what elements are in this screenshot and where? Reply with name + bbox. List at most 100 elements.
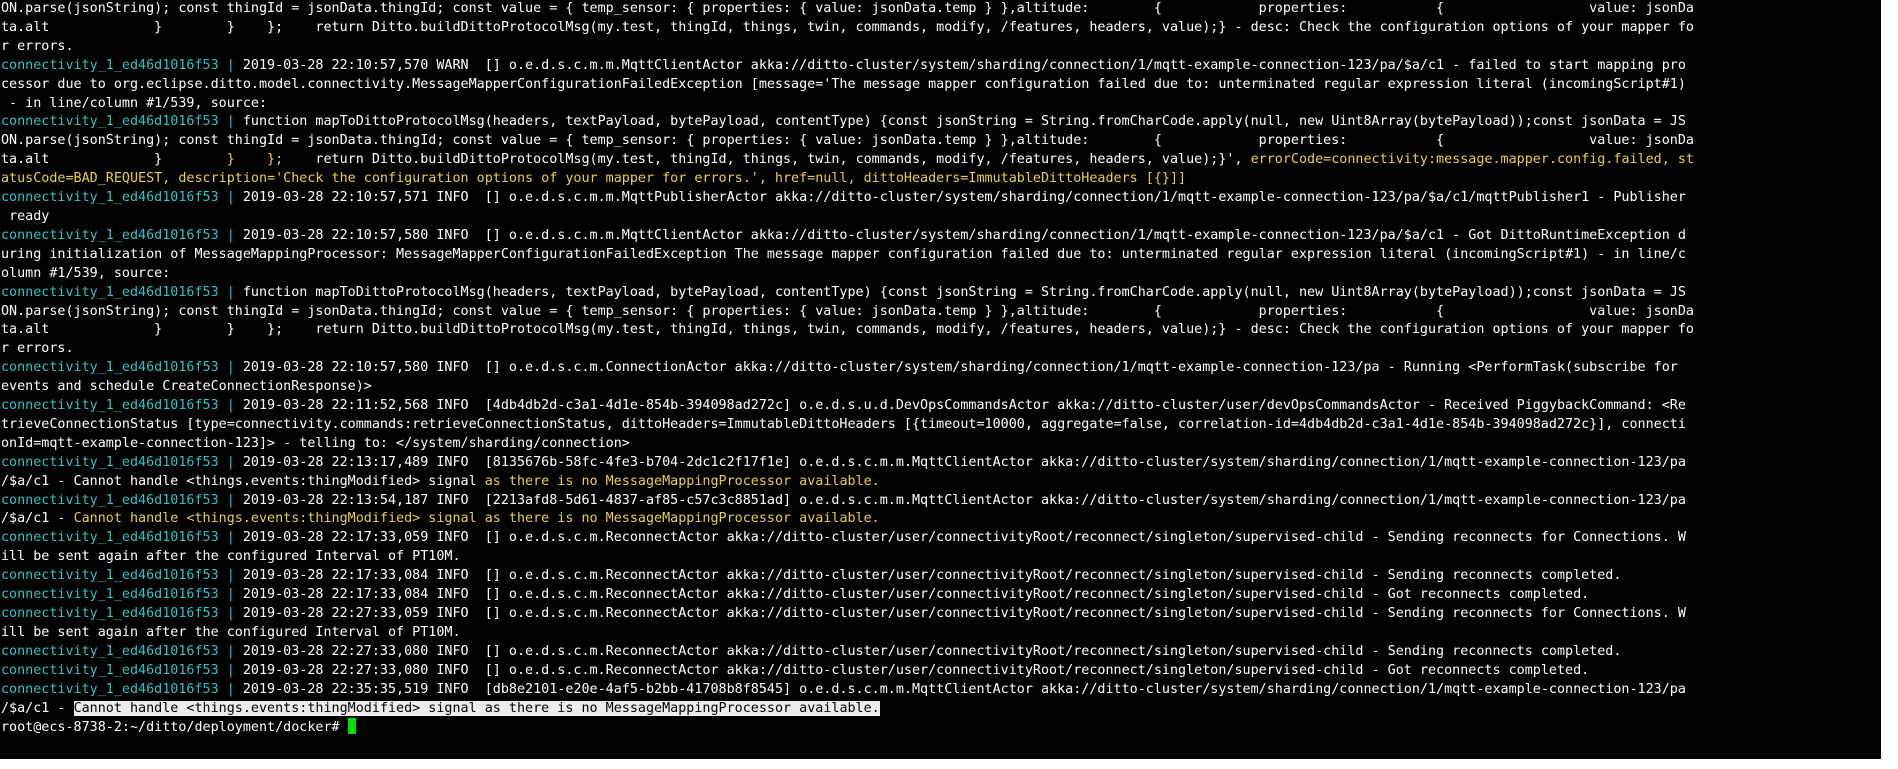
log-line: connectivity_1_ed46d1016f53 | 2019-03-28… xyxy=(1,681,1881,700)
log-text: ON.parse(jsonString); const thingId = js… xyxy=(1,303,1694,319)
log-line: ON.parse(jsonString); const thingId = js… xyxy=(1,0,1881,19)
log-text: 2019-03-28 22:27:33,059 INFO [] o.e.d.s.… xyxy=(242,606,1686,621)
log-text: 2019-03-28 22:13:54,187 INFO [2213afd8-5… xyxy=(242,492,1686,508)
log-text: 2019-03-28 22:27:33,080 INFO [] o.e.d.s.… xyxy=(242,643,1622,659)
log-text: ON.parse(jsonString); const thingId = js… xyxy=(1,133,1694,149)
log-text: ill be sent again after the configured I… xyxy=(1,549,461,565)
log-text: olumn #1/539, source: xyxy=(1,265,171,281)
log-text: 2019-03-28 22:10:57,571 INFO [] o.e.d.s.… xyxy=(242,190,1686,206)
log-line: ta.alt } } }; return Ditto.buildDittoPro… xyxy=(1,151,1881,170)
log-highlight: errorCode=connectivity:message.mapper.co… xyxy=(1250,152,1694,168)
log-line: connectivity_1_ed46d1016f53 | 2019-03-28… xyxy=(1,605,1881,624)
log-text: 2019-03-28 22:17:33,059 INFO [] o.e.d.s.… xyxy=(242,530,1686,546)
log-line: connectivity_1_ed46d1016f53 | 2019-03-28… xyxy=(1,567,1881,586)
terminal-window[interactable]: ON.parse(jsonString); const thingId = js… xyxy=(0,0,1881,759)
container-name: connectivity_1_ed46d1016f53 | xyxy=(1,681,243,697)
log-text: ill be sent again after the configured I… xyxy=(1,624,461,640)
log-text: 2019-03-28 22:10:57,570 WARN [] o.e.d.s.… xyxy=(242,57,1686,73)
log-line: connectivity_1_ed46d1016f53 | 2019-03-28… xyxy=(1,397,1881,416)
log-text: return Ditto.buildDittoProtocolMsg(my.te… xyxy=(283,152,1251,168)
log-text: function mapToDittoProtocolMsg(headers, … xyxy=(242,114,1686,130)
log-text: 2019-03-28 22:11:52,568 INFO [4db4db2d-c… xyxy=(242,398,1686,414)
log-line: connectivity_1_ed46d1016f53 | function m… xyxy=(1,113,1881,132)
container-name: connectivity_1_ed46d1016f53 | xyxy=(1,568,243,584)
log-line: ON.parse(jsonString); const thingId = js… xyxy=(1,303,1881,322)
container-name: connectivity_1_ed46d1016f53 | xyxy=(1,360,243,376)
log-line: connectivity_1_ed46d1016f53 | 2019-03-28… xyxy=(1,359,1881,378)
log-text: 2019-03-28 22:35:35,519 INFO [db8e2101-e… xyxy=(242,681,1686,697)
selected-text: Cannot handle <things.events:thingModifi… xyxy=(73,700,880,716)
log-text: 2019-03-28 22:17:33,084 INFO [] o.e.d.s.… xyxy=(242,587,1590,603)
log-line: ill be sent again after the configured I… xyxy=(1,548,1881,567)
container-name: connectivity_1_ed46d1016f53 | xyxy=(1,662,243,678)
container-name: connectivity_1_ed46d1016f53 | xyxy=(1,492,243,508)
log-text: uring initialization of MessageMappingPr… xyxy=(1,246,1686,262)
log-text: ta.alt } } }; return Ditto.buildDittoPro… xyxy=(1,322,1694,338)
log-text: ready xyxy=(1,208,50,224)
log-highlight: Cannot handle <things.events:thingModifi… xyxy=(73,511,880,527)
log-line: atusCode=BAD_REQUEST, description='Check… xyxy=(1,170,1881,189)
log-line: - in line/column #1/539, source: xyxy=(1,95,1881,114)
log-text: 2019-03-28 22:10:57,580 INFO [] o.e.d.s.… xyxy=(242,227,1686,243)
log-line: connectivity_1_ed46d1016f53 | 2019-03-28… xyxy=(1,227,1881,246)
log-text: r errors. xyxy=(1,38,74,54)
log-line: /$a/c1 - Cannot handle <things.events:th… xyxy=(1,510,1881,529)
log-line: connectivity_1_ed46d1016f53 | function m… xyxy=(1,284,1881,303)
shell-prompt-line[interactable]: root@ecs-8738-2:~/ditto/deployment/docke… xyxy=(1,718,1881,738)
log-line: connectivity_1_ed46d1016f53 | 2019-03-28… xyxy=(1,492,1881,511)
log-text: cessor due to org.eclipse.ditto.model.co… xyxy=(1,76,1686,92)
log-line: connectivity_1_ed46d1016f53 | 2019-03-28… xyxy=(1,189,1881,208)
log-line: /$a/c1 - Cannot handle <things.events:th… xyxy=(1,700,1881,719)
container-name: connectivity_1_ed46d1016f53 | xyxy=(1,587,243,603)
log-text: events and schedule CreateConnectionResp… xyxy=(1,379,372,395)
container-name: connectivity_1_ed46d1016f53 | xyxy=(1,454,243,470)
log-text: ta.alt } xyxy=(1,152,227,168)
log-line: olumn #1/539, source: xyxy=(1,265,1881,284)
log-line: uring initialization of MessageMappingPr… xyxy=(1,246,1881,265)
log-text: function mapToDittoProtocolMsg(headers, … xyxy=(242,284,1686,300)
log-text: ta.alt } } }; return Ditto.buildDittoPro… xyxy=(1,19,1694,35)
container-name: connectivity_1_ed46d1016f53 | xyxy=(1,114,243,130)
log-line: r errors. xyxy=(1,340,1881,359)
log-text: 2019-03-28 22:10:57,580 INFO [] o.e.d.s.… xyxy=(242,360,1678,376)
log-line: ON.parse(jsonString); const thingId = js… xyxy=(1,132,1881,151)
log-line: ta.alt } } }; return Ditto.buildDittoPro… xyxy=(1,321,1881,340)
log-text: - in line/column #1/539, source: xyxy=(1,95,268,111)
log-line: r errors. xyxy=(1,38,1881,57)
log-line: onId=mqtt-example-connection-123]> - tel… xyxy=(1,435,1881,454)
log-line: /$a/c1 - Cannot handle <things.events:th… xyxy=(1,473,1881,492)
log-line: connectivity_1_ed46d1016f53 | 2019-03-28… xyxy=(1,662,1881,681)
log-line: cessor due to org.eclipse.ditto.model.co… xyxy=(1,76,1881,95)
log-line: trieveConnectionStatus [type=connectivit… xyxy=(1,416,1881,435)
log-line: connectivity_1_ed46d1016f53 | 2019-03-28… xyxy=(1,643,1881,662)
log-line: ready xyxy=(1,208,1881,227)
container-name: connectivity_1_ed46d1016f53 | xyxy=(1,190,243,206)
log-line: ta.alt } } }; return Ditto.buildDittoPro… xyxy=(1,19,1881,38)
log-text: ON.parse(jsonString); const thingId = js… xyxy=(1,1,1694,16)
log-text: 2019-03-28 22:17:33,084 INFO [] o.e.d.s.… xyxy=(242,568,1622,584)
log-line: connectivity_1_ed46d1016f53 | 2019-03-28… xyxy=(1,586,1881,605)
log-highlight: atusCode=BAD_REQUEST, description='Check… xyxy=(1,171,1187,187)
log-line: connectivity_1_ed46d1016f53 | 2019-03-28… xyxy=(1,454,1881,473)
text-cursor xyxy=(347,718,356,735)
container-name: connectivity_1_ed46d1016f53 | xyxy=(1,284,243,300)
container-name: connectivity_1_ed46d1016f53 | xyxy=(1,227,243,243)
container-name: connectivity_1_ed46d1016f53 | xyxy=(1,530,243,546)
terminal-output[interactable]: ON.parse(jsonString); const thingId = js… xyxy=(0,0,1881,738)
log-line: connectivity_1_ed46d1016f53 | 2019-03-28… xyxy=(1,57,1881,76)
log-text: onId=mqtt-example-connection-123]> - tel… xyxy=(1,435,630,451)
log-text: /$a/c1 - Cannot handle <things.events:th… xyxy=(1,473,485,489)
log-line: connectivity_1_ed46d1016f53 | 2019-03-28… xyxy=(1,529,1881,548)
log-text: /$a/c1 - xyxy=(1,700,74,716)
log-text: 2019-03-28 22:27:33,080 INFO [] o.e.d.s.… xyxy=(242,662,1590,678)
log-text: r errors. xyxy=(1,341,74,357)
log-highlight: as there is no MessageMappingProcessor a… xyxy=(484,473,880,489)
log-text: 2019-03-28 22:13:17,489 INFO [8135676b-5… xyxy=(242,454,1686,470)
log-line: ill be sent again after the configured I… xyxy=(1,624,1881,643)
shell-prompt: root@ecs-8738-2:~/ditto/deployment/docke… xyxy=(1,720,348,736)
container-name: connectivity_1_ed46d1016f53 | xyxy=(1,606,243,621)
container-name: connectivity_1_ed46d1016f53 | xyxy=(1,398,243,414)
log-text: trieveConnectionStatus [type=connectivit… xyxy=(1,416,1686,432)
container-name: connectivity_1_ed46d1016f53 | xyxy=(1,643,243,659)
log-line: events and schedule CreateConnectionResp… xyxy=(1,378,1881,397)
